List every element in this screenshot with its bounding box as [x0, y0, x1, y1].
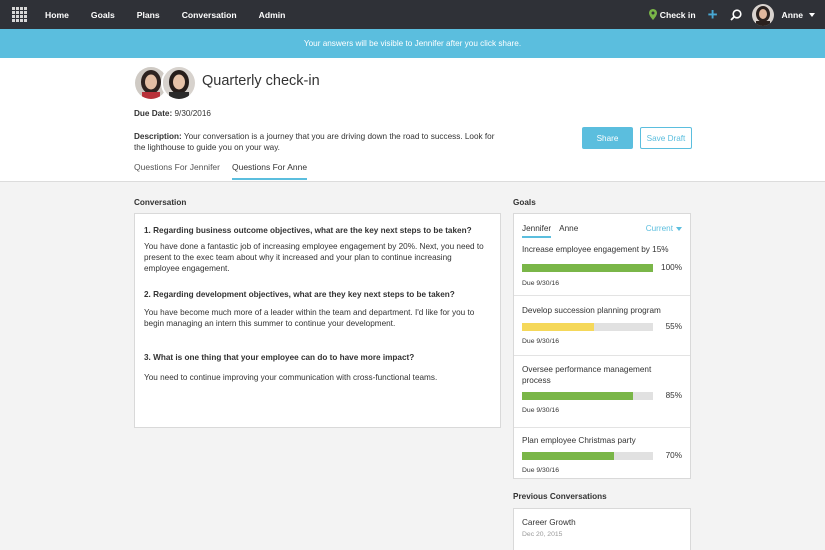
goal-progress-fill [522, 392, 634, 400]
description-text: Your conversation is a journey that you … [134, 132, 495, 152]
previous-conversation-item[interactable]: Career Growth Dec 20, 2015 [513, 508, 691, 550]
nav-right: Check in + Anne [648, 0, 825, 29]
goal-percent: 70% [665, 451, 682, 460]
apps-grid-icon[interactable] [12, 7, 27, 22]
nav-goals[interactable]: Goals [91, 10, 115, 20]
goal-title: Develop succession planning program [522, 306, 661, 315]
answer-2[interactable]: You have become much more of a leader wi… [144, 307, 484, 329]
page-title: Quarterly check-in [202, 73, 320, 89]
tab-questions-for-anne[interactable]: Questions For Anne [231, 162, 308, 180]
goals-heading: Goals [513, 198, 536, 207]
chevron-down-icon[interactable] [809, 12, 815, 17]
nav-links: Home Goals Plans Conversation Admin [45, 0, 307, 29]
goal-due: Due 9/30/16 [522, 407, 560, 414]
goal-progress-bar [522, 323, 653, 331]
goal-progress-fill [522, 323, 595, 331]
page-header: Quarterly check-in Share Save Draft Due … [0, 58, 825, 182]
search-icon[interactable] [729, 8, 742, 21]
goal-progress-bar [522, 264, 653, 272]
avatar-anne [161, 65, 197, 101]
answer-1[interactable]: You have done a fantastic job of increas… [144, 241, 484, 274]
save-draft-button[interactable]: Save Draft [640, 127, 692, 149]
previous-conversation-date: Dec 20, 2015 [522, 531, 563, 538]
due-date-label: Due Date: [134, 109, 173, 118]
check-in-label: Check in [659, 9, 696, 20]
due-date-value: 9/30/2016 [174, 109, 211, 118]
goal-percent: 100% [661, 263, 682, 272]
map-pin-icon [648, 9, 657, 20]
goal-item[interactable]: Develop succession planning program 55% … [514, 295, 690, 355]
banner-text: Your answers will be visible to Jennifer… [303, 39, 522, 48]
goal-percent: 85% [665, 391, 682, 400]
description: Description: Your conversation is a jour… [134, 131, 504, 153]
goal-due: Due 9/30/16 [522, 338, 560, 345]
check-in-button[interactable]: Check in [648, 9, 696, 20]
question-3: 3. What is one thing that your employee … [144, 353, 415, 362]
nav-admin[interactable]: Admin [259, 10, 286, 20]
due-date: Due Date: 9/30/2016 [134, 109, 211, 118]
user-name[interactable]: Anne [782, 10, 803, 20]
goal-progress-bar [522, 392, 653, 400]
tab-questions-for-jennifer[interactable]: Questions For Jennifer [134, 162, 220, 180]
goal-title: Oversee performance management process [522, 365, 652, 385]
nav-plans[interactable]: Plans [137, 10, 160, 20]
participant-avatars [133, 65, 197, 101]
nav-conversation[interactable]: Conversation [182, 10, 237, 20]
goal-item[interactable]: Plan employee Christmas party 70% Due 9/… [514, 427, 690, 479]
goal-due: Due 9/30/16 [522, 280, 560, 287]
question-tabs: Questions For Jennifer Questions For Ann… [134, 162, 319, 180]
top-nav: Home Goals Plans Conversation Admin Chec… [0, 0, 825, 29]
goal-progress-bar [522, 452, 653, 460]
conversation-panel: 1. Regarding business outcome objectives… [134, 213, 501, 428]
conversation-heading: Conversation [134, 198, 187, 207]
goals-panel: Jennifer Anne Current Increase employee … [513, 213, 691, 479]
goal-item[interactable]: Increase employee engagement by 15% 100%… [514, 214, 690, 295]
goal-title: Plan employee Christmas party [522, 436, 636, 445]
goal-percent: 55% [665, 322, 682, 331]
previous-conversation-title: Career Growth [522, 518, 576, 527]
previous-conversations-heading: Previous Conversations [513, 492, 607, 501]
goal-progress-fill [522, 452, 614, 460]
goal-title: Increase employee engagement by 15% [522, 245, 669, 254]
user-avatar[interactable] [751, 3, 774, 26]
question-1: 1. Regarding business outcome objectives… [144, 226, 472, 235]
goal-due: Due 9/30/16 [522, 467, 560, 474]
info-banner: Your answers will be visible to Jennifer… [0, 29, 825, 58]
answer-3[interactable]: You need to continue improving your comm… [144, 372, 484, 383]
plus-icon[interactable]: + [708, 6, 718, 23]
goal-progress-fill [522, 264, 653, 272]
goal-item[interactable]: Oversee performance management process 8… [514, 355, 690, 427]
share-button[interactable]: Share [582, 127, 633, 149]
question-2: 2. Regarding development objectives, wha… [144, 290, 455, 299]
description-label: Description: [134, 132, 182, 141]
nav-home[interactable]: Home [45, 10, 69, 20]
